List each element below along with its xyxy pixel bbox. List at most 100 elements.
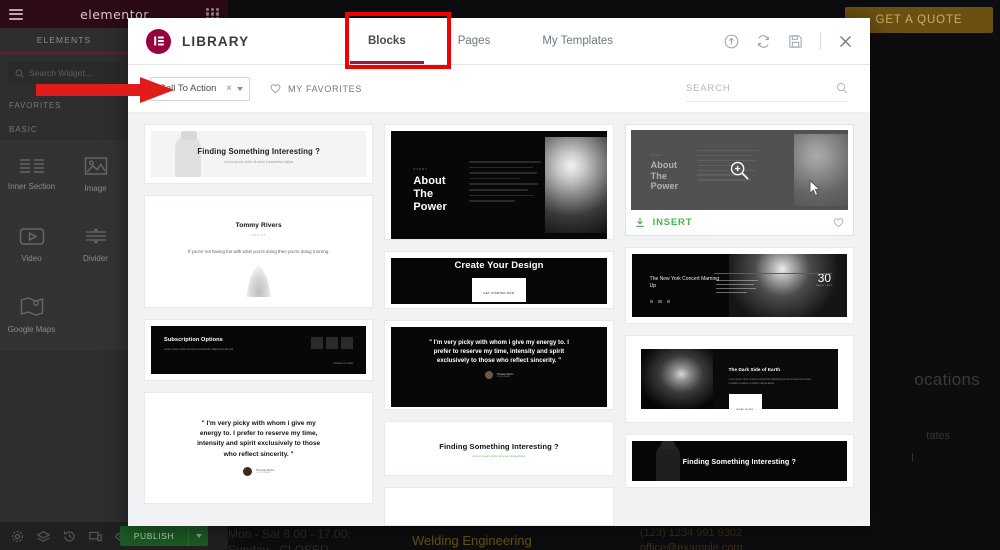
widget-divider[interactable]: Divider	[64, 210, 128, 280]
site-states-text-2: I	[910, 452, 914, 464]
template-card-finding-dark[interactable]: Finding Something Interesting ?	[624, 434, 854, 488]
search-icon	[837, 83, 848, 94]
template-card-new-york-concert[interactable]: The New York Concert Marning Up 30 DAYS …	[624, 247, 854, 324]
card-title	[391, 494, 607, 521]
sidebar-tab-elements[interactable]: ELEMENTS	[0, 28, 128, 54]
template-column-3: STORY About The Power	[624, 124, 854, 526]
clear-filter-icon[interactable]: ×	[226, 83, 232, 94]
download-icon[interactable]	[635, 217, 645, 228]
card-button: READ MORE	[736, 408, 754, 411]
widget-label: Image	[84, 184, 107, 193]
sync-icon[interactable]	[756, 34, 771, 49]
heart-icon[interactable]	[833, 217, 844, 228]
my-favorites-label: MY FAVORITES	[288, 83, 363, 94]
publish-button[interactable]: PUBLISH	[120, 526, 208, 546]
mouse-cursor-icon	[809, 179, 821, 197]
template-card-partial-bottom[interactable]	[384, 487, 614, 526]
template-card-picky-quote-dark[interactable]: " I'm very picky with whom i give my ene…	[384, 319, 614, 410]
card-quote: " I'm very picky with whom i give my ene…	[429, 338, 569, 365]
template-card-finding-white[interactable]: Finding Something Interesting ? Lorem ip…	[384, 420, 614, 477]
history-icon[interactable]	[63, 530, 76, 543]
widget-label: Inner Section	[7, 182, 56, 191]
widget-google-maps[interactable]: Google Maps	[0, 280, 64, 350]
widget-image[interactable]: Image	[64, 140, 128, 210]
card-title: Finding Something Interesting ?	[197, 147, 320, 156]
settings-icon[interactable]	[11, 530, 24, 543]
card-title: About The Power	[413, 175, 447, 213]
responsive-icon[interactable]	[89, 530, 102, 543]
card-number-caption: DAYS LEFT	[815, 285, 833, 287]
template-column-2: STORY About The Power Create Your Design…	[384, 124, 614, 526]
widget-label: Video	[21, 253, 42, 263]
widget-video[interactable]: Video	[0, 210, 64, 280]
card-button: GET STARTED NOW	[483, 292, 515, 296]
widget-label: Divider	[83, 254, 108, 263]
publish-label: PUBLISH	[133, 531, 175, 541]
modal-header: LIBRARY Blocks Pages My Templates	[128, 18, 870, 65]
search-icon	[15, 69, 24, 78]
tab-blocks[interactable]: Blocks	[342, 18, 432, 64]
screenshot-root: GET A QUOTE ocations tates I Welding Eng…	[0, 0, 1000, 550]
widget-label: Google Maps	[7, 324, 56, 334]
sidebar-group-basic: BASIC	[9, 125, 38, 134]
tab-my-templates[interactable]: My Templates	[516, 18, 639, 64]
card-subtitle: Lorem ipsum dolor sit amet consectetur a…	[164, 348, 234, 351]
modal-header-actions	[724, 18, 870, 64]
divider-icon	[85, 228, 106, 244]
map-icon	[20, 296, 43, 316]
template-hover-overlay[interactable]	[630, 130, 848, 210]
widget-grid: Inner Section Image Video Divider Google…	[0, 140, 128, 350]
tab-pages[interactable]: Pages	[432, 18, 517, 64]
insert-label[interactable]: INSERT	[653, 217, 693, 228]
card-body: If you're not having fun with what you'r…	[187, 249, 330, 254]
save-icon[interactable]	[788, 34, 803, 49]
template-column-1: Finding Something Interesting ? Lorem ip…	[144, 124, 374, 526]
template-card-about-the-power-hovered[interactable]: STORY About The Power	[624, 124, 854, 236]
magnifier-zoom-in-icon[interactable]	[729, 160, 750, 181]
columns-icon	[19, 159, 44, 173]
publish-options-caret[interactable]	[188, 526, 208, 546]
template-card-create-your-design[interactable]: Create Your Design GET STARTED NOW	[384, 251, 614, 309]
my-favorites-filter[interactable]: MY FAVORITES	[270, 83, 362, 94]
site-hours-line-1: Mon - Sat 8.00 - 17.00;	[228, 527, 351, 541]
site-phone: (123) 1234 991 9302	[640, 527, 743, 539]
card-author-role: CO-FOUNDER	[255, 472, 271, 475]
elementor-glyph	[153, 36, 164, 46]
template-card-subscription-options[interactable]: Subscription Options Lorem ipsum dolor s…	[144, 319, 374, 381]
card-title: Tommy Rivers	[235, 222, 282, 229]
template-card-footer: INSERT	[630, 210, 848, 235]
template-card-about-the-power[interactable]: STORY About The Power	[384, 124, 614, 241]
template-search-input[interactable]: SEARCH	[686, 76, 848, 102]
template-card-dark-side-of-earth[interactable]: The Dark Side of Earth Lorem ipsum dolor…	[624, 335, 854, 423]
modal-title: LIBRARY	[182, 33, 250, 49]
site-email: office@example.com	[640, 542, 743, 550]
card-subtitle: Lorem ipsum dolor sit amet consectetur	[472, 453, 526, 458]
chevron-down-icon	[195, 534, 202, 538]
widget-inner-section[interactable]: Inner Section	[0, 140, 64, 210]
library-brand: LIBRARY	[128, 18, 342, 64]
template-card-tommy-rivers[interactable]: Tommy Rivers ARTIST If you're not having…	[144, 195, 374, 308]
filter-pointer-arrow-annotation	[36, 77, 174, 103]
card-body: Lorem ipsum dolor sit amet consectetur a…	[728, 378, 812, 386]
modal-toolbar: Call To Action × MY FAVORITES SEARCH	[128, 65, 870, 113]
upload-icon[interactable]	[724, 34, 739, 49]
widget-placeholder	[64, 280, 128, 350]
hamburger-menu-icon[interactable]	[9, 8, 23, 20]
layers-icon[interactable]	[37, 530, 50, 543]
search-placeholder: SEARCH	[686, 82, 731, 94]
card-title: Finding Something Interesting ?	[682, 456, 796, 466]
site-locations-heading: ocations	[914, 370, 980, 389]
modal-tabs: Blocks Pages My Templates	[342, 18, 724, 64]
site-welding-text: Welding Engineering	[412, 533, 532, 548]
site-states-text: tates	[926, 430, 950, 442]
elementor-logo-icon	[146, 28, 171, 54]
close-icon[interactable]	[838, 34, 853, 49]
card-caption: Compare our plans	[332, 362, 354, 365]
card-eyebrow: ARTIST	[251, 233, 267, 237]
card-title: The New York Concert Marning Up	[649, 276, 720, 290]
template-card-finding-light[interactable]: Finding Something Interesting ? Lorem ip…	[144, 124, 374, 184]
template-card-picky-quote-light[interactable]: " I'm very picky with whom i give my ene…	[144, 392, 374, 504]
site-hours-line-2: Sunday - CLOSED	[228, 543, 329, 550]
chevron-down-icon	[237, 86, 243, 91]
image-icon	[84, 157, 107, 175]
